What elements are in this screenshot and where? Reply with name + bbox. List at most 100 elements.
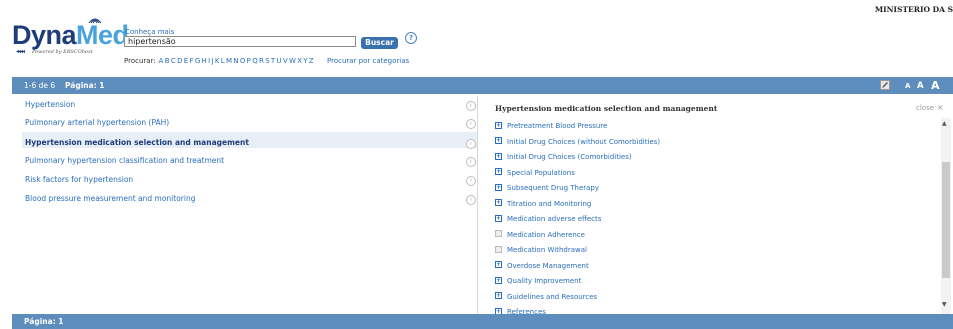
browse-letter-p[interactable]: P xyxy=(247,57,251,65)
info-icon[interactable]: i xyxy=(466,157,476,167)
browse-letter-y[interactable]: Y xyxy=(303,57,307,65)
page-indicator: Página: 1 xyxy=(65,81,105,90)
section-label: Subsequent Drug Therapy xyxy=(507,184,600,192)
section-label: Medication Adherence xyxy=(507,230,585,239)
section-link[interactable]: + Medication adverse effects xyxy=(495,214,601,224)
browse-letter-x[interactable]: X xyxy=(297,57,302,65)
info-icon[interactable]: i xyxy=(466,119,476,129)
search-button[interactable]: Buscar xyxy=(361,37,398,49)
result-item[interactable]: Hypertension medication selection and ma… xyxy=(25,138,249,147)
font-size-medium-button[interactable]: A xyxy=(917,81,924,91)
section-label: Medication Withdrawal xyxy=(507,246,587,254)
browse-letter-o[interactable]: O xyxy=(240,57,246,65)
browse-letter-d[interactable]: D xyxy=(177,57,182,65)
expand-icon[interactable]: + xyxy=(495,261,502,268)
expand-icon[interactable]: + xyxy=(495,214,502,222)
logo-arrows-icon: ◂◂◂◂ xyxy=(16,48,25,55)
section-link[interactable]: + Special Populations xyxy=(495,168,575,178)
header: DynaMed ◂◂◂◂ Powered by EBSCOhost Conheç… xyxy=(0,0,953,76)
scrollbar[interactable]: ▲ ▼ xyxy=(941,118,951,314)
scroll-thumb[interactable] xyxy=(942,162,950,278)
results-list: Hypertension i Pulmonary arterial hyperten… xyxy=(12,96,489,314)
page-indicator-bottom: Página: 1 xyxy=(24,317,64,326)
help-icon[interactable]: ? xyxy=(405,32,417,44)
browse-letter-z[interactable]: Z xyxy=(309,57,314,65)
result-item[interactable]: Pulmonary hypertension classification an… xyxy=(25,156,224,165)
result-item[interactable]: Risk factors for hypertension xyxy=(25,175,133,184)
search-input[interactable] xyxy=(124,36,356,47)
font-size-large-button[interactable]: A xyxy=(931,79,940,92)
browse-letter-a[interactable]: A xyxy=(159,57,164,65)
section-link[interactable]: + Subsequent Drug Therapy xyxy=(495,183,599,193)
section-link[interactable]: + Quality Improvement xyxy=(495,276,581,286)
results-top-bar: 1-6 de 6 Página: 1 A A A xyxy=(12,77,953,94)
browse-letter-b[interactable]: B xyxy=(165,57,170,65)
browse-letter-g[interactable]: G xyxy=(195,57,200,65)
browse-letter-t[interactable]: T xyxy=(271,57,275,65)
section-link[interactable]: + Initial Drug Choices (Comorbidities) xyxy=(495,152,632,162)
close-icon[interactable]: × xyxy=(937,103,944,112)
section-link[interactable]: + Titration and Monitoring xyxy=(495,199,591,209)
section-label: Quality Improvement xyxy=(507,277,582,285)
section-label: Initial Drug Choices (Comorbidities) xyxy=(507,153,632,161)
section-link[interactable]: + Guidelines and Resources xyxy=(495,292,597,302)
expand-icon[interactable]: + xyxy=(495,137,502,144)
browse-letter-w[interactable]: W xyxy=(289,57,296,65)
dynamed-logo[interactable]: DynaMed xyxy=(12,22,129,49)
info-icon[interactable]: i xyxy=(466,195,476,205)
browse-letter-c[interactable]: C xyxy=(171,57,176,65)
expand-icon[interactable]: + xyxy=(495,168,502,175)
detail-panel: Hypertension medication selection and ma… xyxy=(478,96,953,316)
result-item[interactable]: Hypertension xyxy=(25,100,75,109)
close-link[interactable]: close xyxy=(916,104,934,112)
conheca-mais-link[interactable]: Conheça mais xyxy=(125,28,174,36)
section-link[interactable]: Medication Withdrawal xyxy=(495,245,587,255)
expand-icon[interactable]: + xyxy=(495,152,502,160)
info-icon[interactable]: i xyxy=(466,176,476,186)
logo-tagline: Powered by EBSCOhost xyxy=(32,49,93,55)
expand-icon[interactable]: + xyxy=(495,292,502,299)
browse-letter-v[interactable]: V xyxy=(283,57,288,65)
browse-letter-l[interactable]: L xyxy=(221,57,225,65)
section-label: Guidelines and Resources xyxy=(507,292,598,301)
procurar-categorias-link[interactable]: Procurar por categorias xyxy=(327,57,409,65)
info-icon[interactable]: i xyxy=(466,139,476,149)
section-link[interactable]: + Initial Drug Choices (without Comorbidi… xyxy=(495,137,660,147)
expand-icon[interactable]: + xyxy=(495,276,502,284)
empty-box-icon[interactable] xyxy=(495,230,502,237)
expand-icon[interactable]: + xyxy=(495,199,502,206)
browse-letter-m[interactable]: M xyxy=(226,57,232,65)
browse-letter-j[interactable]: J xyxy=(211,57,213,65)
result-item[interactable]: Pulmonary arterial hypertension (PAH) xyxy=(25,118,169,127)
logo-arcs-icon xyxy=(88,18,102,24)
expand-icon[interactable]: + xyxy=(495,183,502,191)
alphabet-list: ABCDEFGHIJKLMNOPQRSTUVWXYZ xyxy=(159,57,315,65)
scroll-up-icon[interactable]: ▲ xyxy=(942,120,947,127)
results-range: 1-6 de 6 xyxy=(24,81,56,90)
edit-icon[interactable] xyxy=(880,80,890,90)
section-label: Initial Drug Choices (without Comorbidit… xyxy=(507,137,661,146)
expand-icon[interactable]: + xyxy=(495,121,502,129)
empty-box-icon[interactable] xyxy=(495,245,502,253)
browse-letter-e[interactable]: E xyxy=(184,57,188,65)
section-link[interactable]: + Pretreatment Blood Pressure xyxy=(495,121,607,131)
info-icon[interactable]: i xyxy=(466,101,476,111)
results-bottom-bar: Página: 1 xyxy=(12,314,953,329)
browse-letter-u[interactable]: U xyxy=(277,57,282,65)
font-size-small-button[interactable]: A xyxy=(905,82,910,90)
browse-letter-h[interactable]: H xyxy=(202,57,207,65)
browse-letter-s[interactable]: S xyxy=(265,57,269,65)
browse-letter-k[interactable]: K xyxy=(215,57,220,65)
section-label: Medication adverse effects xyxy=(507,215,602,223)
browse-letter-f[interactable]: F xyxy=(189,57,193,65)
section-link[interactable]: + Overdose Management xyxy=(495,261,589,271)
section-label: Special Populations xyxy=(507,168,575,177)
browse-letter-q[interactable]: Q xyxy=(252,57,258,65)
result-item[interactable]: Blood pressure measurement and monitorin… xyxy=(25,194,195,203)
institution-name: MINISTERIO DA S xyxy=(874,5,953,14)
browse-letter-r[interactable]: R xyxy=(259,57,264,65)
browse-letter-n[interactable]: N xyxy=(233,57,238,65)
browse-letter-i[interactable]: I xyxy=(208,57,210,65)
section-link[interactable]: Medication Adherence xyxy=(495,230,585,240)
scroll-down-icon[interactable]: ▼ xyxy=(942,301,947,308)
